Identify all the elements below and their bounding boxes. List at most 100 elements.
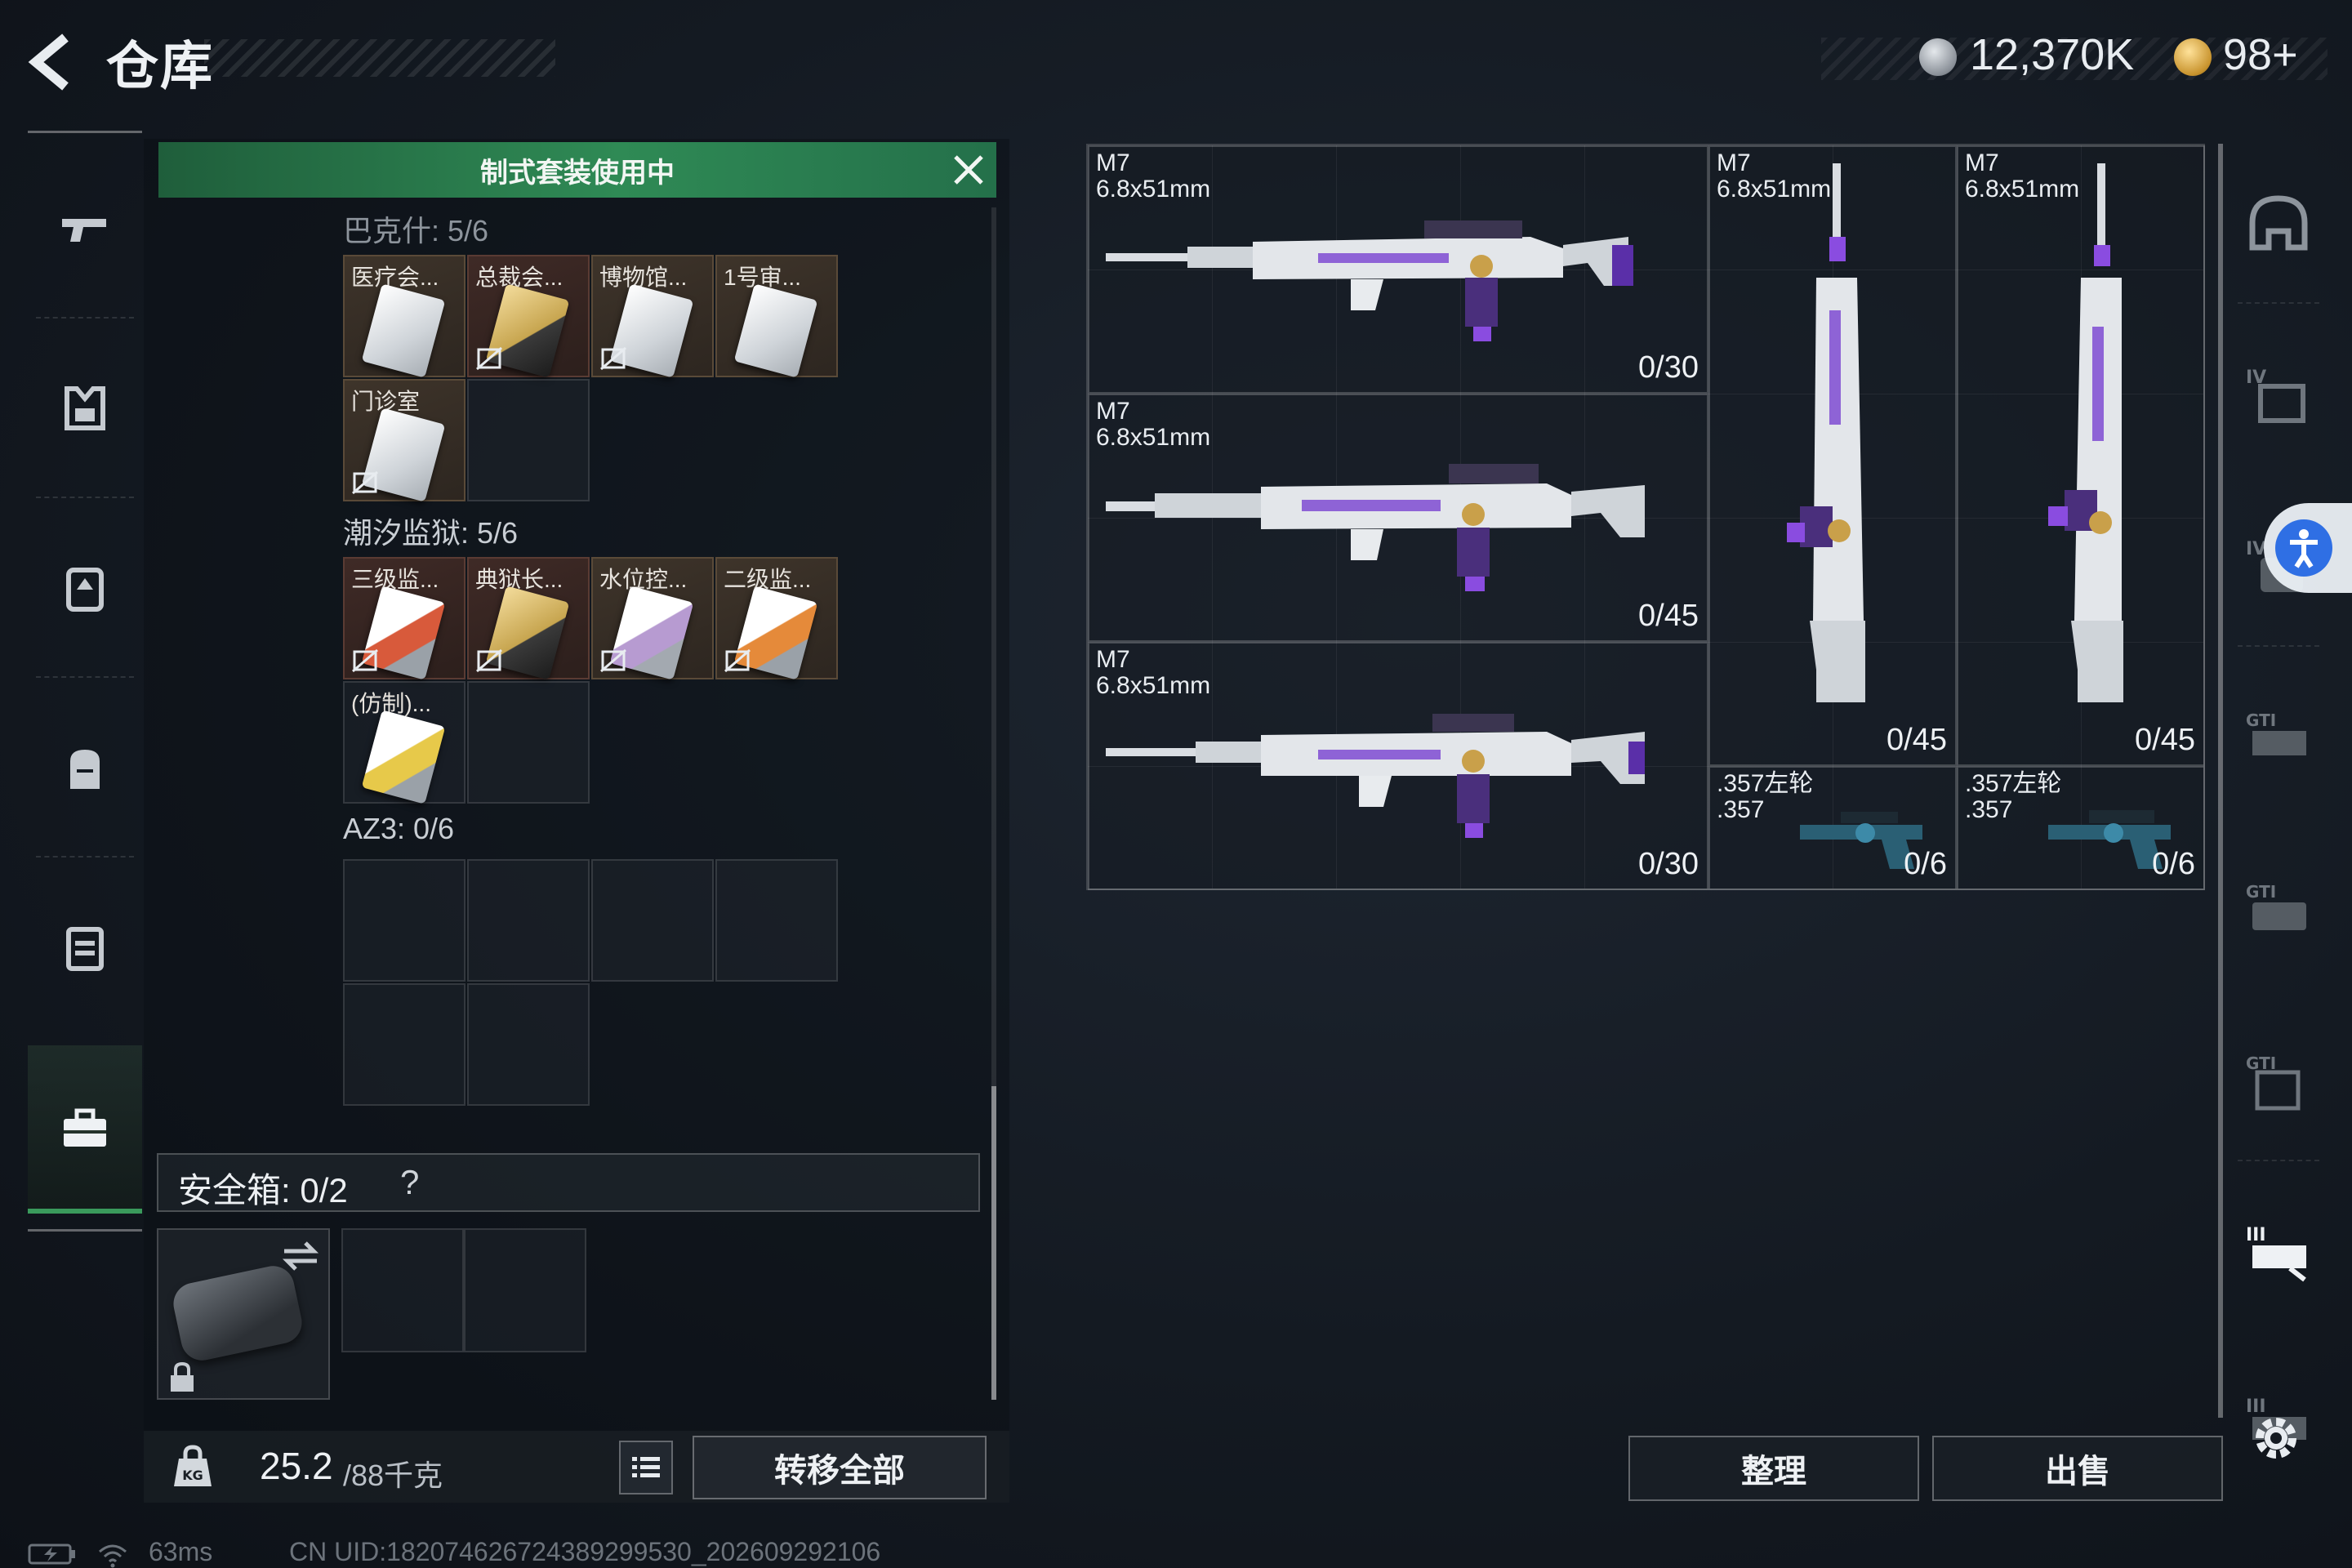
category-rig-tier3[interactable]: III [2230, 1168, 2328, 1339]
weight-current: 25.2 [260, 1445, 333, 1487]
safe-slot-empty[interactable] [341, 1228, 464, 1352]
m7-rifle-image [1787, 163, 1865, 702]
weapon-slot-m7-5[interactable]: M7 6.8x51mm 0/45 [1957, 145, 2205, 766]
nav-backpack[interactable] [28, 686, 142, 849]
kit-in-use-banner: 制式套装使用中 [158, 142, 996, 198]
svg-text:GTI: GTI [2246, 1054, 2276, 1073]
category-armor-4[interactable]: IV [2230, 310, 2328, 482]
keycard-item[interactable]: 水位控... [591, 557, 714, 680]
page-title: 仓库 [106, 37, 214, 96]
category-rig-gti-c[interactable]: GTI [2230, 996, 2328, 1168]
nav-divider [36, 676, 134, 678]
weapon-ammo: 0/30 [1638, 350, 1699, 385]
weapon-slot-m7-4[interactable]: M7 6.8x51mm 0/45 [1708, 145, 1957, 766]
empty-slot[interactable] [715, 859, 838, 982]
nav-chest-rig[interactable] [28, 506, 142, 670]
weapon-slot-m7-3[interactable]: M7 6.8x51mm 0/30 [1088, 642, 1708, 890]
inventory-scrollbar[interactable] [2218, 144, 2223, 1418]
empty-slot[interactable] [467, 983, 590, 1106]
nav-toolbox[interactable] [28, 1045, 142, 1214]
toolbox-icon [64, 1108, 106, 1147]
rig-gti-c-icon: GTI [2246, 1054, 2301, 1111]
nav-divider [36, 497, 134, 498]
weight-max: /88千克 [343, 1459, 443, 1492]
category-divider [2238, 1160, 2319, 1161]
backpack-icon [70, 750, 100, 789]
category-nav: IV IV GTI GTI GTI III III [2230, 139, 2328, 1440]
rig-gti-b-icon: GTI [2246, 882, 2306, 930]
keycard-item[interactable]: 医疗会... [343, 255, 466, 378]
safe-box-help-button[interactable]: ? [400, 1163, 419, 1202]
nav-weapon[interactable] [28, 147, 142, 310]
weapon-ammo: 0/45 [2135, 723, 2195, 757]
section-label-bakshi: 巴克什: 5/6 [343, 214, 489, 247]
nav-case[interactable] [28, 866, 142, 1029]
battery-charging-icon [28, 1544, 75, 1565]
no-transfer-icon [476, 346, 502, 371]
category-helmet[interactable] [2230, 139, 2328, 310]
uid-text: CN UID:182074626724389299530_20260929210… [289, 1537, 881, 1566]
ping-text: 63ms [149, 1537, 213, 1566]
section-label-tidal-prison: 潮汐监狱: 5/6 [343, 516, 519, 550]
empty-slot[interactable] [591, 859, 714, 982]
empty-slot[interactable] [467, 681, 590, 804]
back-arrow-icon[interactable] [23, 29, 88, 95]
helmet-icon [2249, 195, 2308, 251]
accessibility-button[interactable] [2264, 503, 2352, 593]
gold-coin-icon [2174, 38, 2212, 76]
safe-slot-empty[interactable] [464, 1228, 586, 1352]
keycard-item[interactable]: (仿制)... [343, 681, 466, 804]
empty-slot[interactable] [467, 379, 590, 501]
weapon-ammo: 0/6 [2152, 847, 2195, 881]
panel-scrollbar-thumb[interactable] [991, 1086, 996, 1400]
armor-tier4-icon: IV [2246, 368, 2305, 423]
keycard-item[interactable]: 二级监... [715, 557, 838, 680]
empty-slot[interactable] [343, 983, 466, 1106]
keycard-item[interactable]: 博物馆... [591, 255, 714, 378]
nav-armor[interactable] [28, 327, 142, 490]
no-transfer-icon [352, 648, 378, 673]
pistol-icon [62, 219, 106, 242]
weapon-slot-m7-1[interactable]: M7 6.8x51mm 0/30 [1088, 145, 1708, 394]
weapon-ammo: 0/6 [1904, 847, 1947, 881]
category-rig-gti[interactable]: GTI [2230, 653, 2328, 825]
sort-button[interactable]: 整理 [1628, 1436, 1919, 1501]
list-icon [632, 1457, 660, 1477]
empty-slot[interactable] [343, 859, 466, 982]
lock-icon [171, 1361, 194, 1392]
close-icon[interactable] [947, 149, 990, 191]
keycard-item[interactable]: 总裁会... [467, 255, 590, 378]
category-divider [2238, 302, 2319, 304]
list-view-button[interactable] [619, 1441, 673, 1494]
title-stripes [204, 39, 555, 77]
weapon-slot-revolver-2[interactable]: .357左轮 .357 0/6 [1957, 766, 2205, 890]
weapon-slot-m7-2[interactable]: M7 6.8x51mm 0/45 [1088, 394, 1708, 642]
gold-currency-value: 98+ [2223, 30, 2298, 79]
empty-slot[interactable] [467, 859, 590, 982]
wifi-icon [99, 1544, 127, 1568]
weapon-slot-revolver-1[interactable]: .357左轮 .357 0/6 [1708, 766, 1957, 890]
safe-box-label: 安全箱: 0/2 [178, 1171, 348, 1209]
gear-icon[interactable] [2247, 1410, 2305, 1467]
transfer-all-button[interactable]: 转移全部 [693, 1436, 987, 1499]
keycard-item[interactable]: 三级监... [343, 557, 466, 680]
keycard-item[interactable]: 门诊室 [343, 379, 466, 502]
m7-rifle-image [1106, 220, 1633, 341]
nav-top-line [28, 131, 142, 133]
safe-box-slot[interactable] [157, 1228, 330, 1400]
svg-text:GTI: GTI [2246, 882, 2276, 902]
svg-text:KG: KG [182, 1468, 203, 1483]
nav-divider [36, 856, 134, 858]
silver-currency-value: 12,370K [1970, 30, 2135, 79]
case-icon [66, 927, 104, 971]
keycard-item[interactable]: 1号审... [715, 255, 838, 378]
category-rig-gti-b[interactable]: GTI [2230, 825, 2328, 996]
accessibility-icon [2275, 519, 2332, 577]
keycard-image [361, 710, 446, 804]
keycard-item[interactable]: 典狱长... [467, 557, 590, 680]
top-bar: 仓库 12,370K 98+ [0, 0, 2352, 122]
rig-tier3-icon: III [2246, 1225, 2306, 1282]
no-transfer-icon [476, 648, 502, 673]
sell-button[interactable]: 出售 [1932, 1436, 2223, 1501]
category-divider [2238, 645, 2319, 647]
